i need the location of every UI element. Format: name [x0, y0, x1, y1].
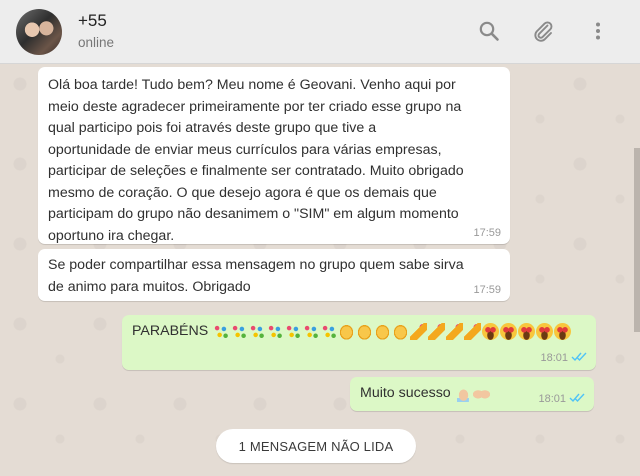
starface-emoji-icon: [482, 323, 500, 341]
confetti-emoji-icon: [284, 323, 302, 341]
emoji-row: [454, 385, 491, 403]
message-outgoing[interactable]: Muito sucesso 18:01: [350, 377, 594, 411]
clap-emoji-icon: [374, 323, 392, 341]
popper-emoji-icon: [410, 323, 428, 341]
clap-emoji-icon: [338, 323, 356, 341]
message-text: Muito sucesso: [360, 385, 451, 401]
starface-emoji-icon: [500, 323, 518, 341]
popper-emoji-icon: [428, 323, 446, 341]
popper-emoji-icon: [446, 323, 464, 341]
double-check-icon: [571, 351, 587, 365]
search-icon[interactable]: [476, 18, 502, 44]
more-vertical-icon[interactable]: [585, 18, 611, 44]
message-outgoing[interactable]: PARABÉNS 18:01: [122, 315, 596, 370]
confetti-emoji-icon: [302, 323, 320, 341]
popper-emoji-icon: [464, 323, 482, 341]
message-text: Olá boa tarde! Tudo bem? Meu nome é Geov…: [48, 77, 464, 244]
double-check-icon: [569, 392, 585, 406]
confetti-emoji-icon: [212, 323, 230, 341]
openhands-emoji-icon: [472, 385, 490, 403]
chat-scrollbar[interactable]: [634, 148, 640, 332]
contact-name[interactable]: +55: [78, 11, 107, 31]
pray-emoji-icon: [454, 385, 472, 403]
contact-status: online: [78, 35, 115, 50]
starface-emoji-icon: [518, 323, 536, 341]
clap-emoji-icon: [392, 323, 410, 341]
message-incoming[interactable]: Olá boa tarde! Tudo bem? Meu nome é Geov…: [38, 67, 510, 244]
attach-icon[interactable]: [530, 18, 556, 44]
message-meta: 18:01: [540, 351, 587, 365]
confetti-emoji-icon: [320, 323, 338, 341]
message-text: Se poder compartilhar essa mensagem no g…: [48, 257, 464, 295]
clap-emoji-icon: [356, 323, 374, 341]
message-time: 17:59: [473, 227, 501, 239]
message-time: 17:59: [473, 284, 501, 296]
confetti-emoji-icon: [266, 323, 284, 341]
message-incoming[interactable]: Se poder compartilhar essa mensagem no g…: [38, 249, 510, 301]
starface-emoji-icon: [536, 323, 554, 341]
message-time: 18:01: [540, 352, 568, 364]
message-text: PARABÉNS: [132, 323, 209, 339]
confetti-emoji-icon: [248, 323, 266, 341]
unread-messages-banner[interactable]: 1 MENSAGEM NÃO LIDA: [216, 429, 416, 463]
message-time: 18:01: [538, 393, 566, 405]
chat-header: +55 online: [0, 0, 640, 64]
confetti-emoji-icon: [230, 323, 248, 341]
message-meta: 18:01: [538, 392, 585, 406]
starface-emoji-icon: [554, 323, 572, 341]
emoji-row: [212, 323, 572, 341]
contact-avatar[interactable]: [16, 9, 62, 55]
